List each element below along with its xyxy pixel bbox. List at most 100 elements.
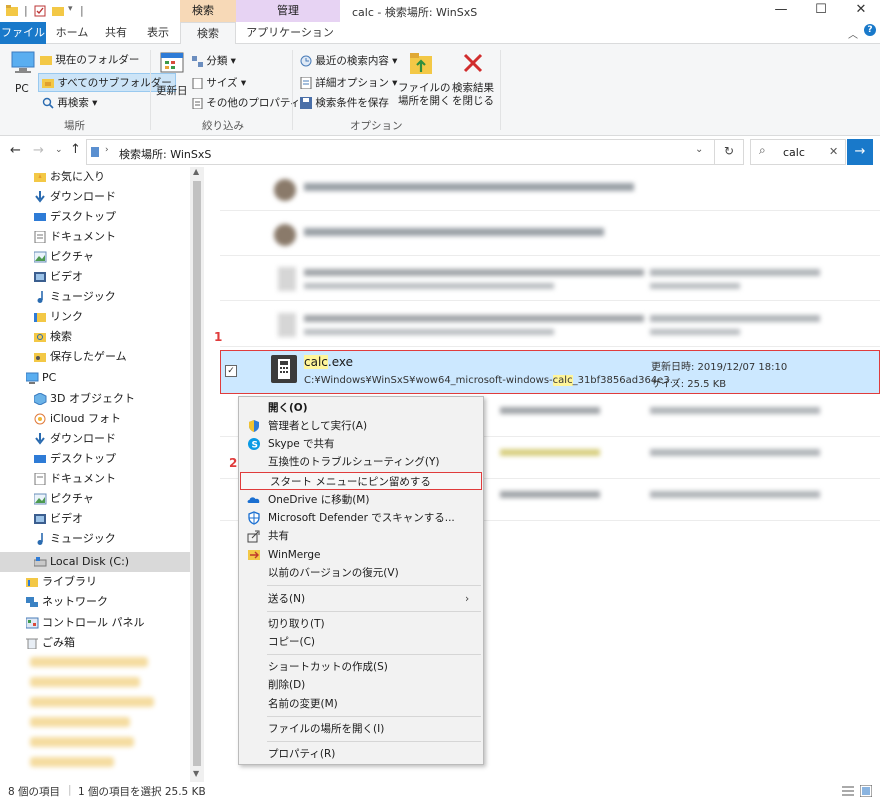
documents-icon xyxy=(34,231,46,243)
recent-searches-label: 最近の検索内容 ▾ xyxy=(315,55,398,67)
menu-item-copy[interactable]: コピー(C) xyxy=(239,633,483,651)
menu-item-run-as-admin[interactable]: 管理者として実行(A) xyxy=(239,417,483,435)
result-row-blurred[interactable] xyxy=(220,169,880,211)
size-icon xyxy=(192,77,203,89)
recent-searches-button[interactable]: 最近の検索内容 ▾ xyxy=(300,53,397,68)
blurred-file-text xyxy=(304,315,644,322)
clear-search-icon[interactable]: ✕ xyxy=(829,145,838,158)
result-row-blurred[interactable] xyxy=(220,214,880,256)
result-row-blurred[interactable] xyxy=(220,305,880,347)
properties-checkbox-icon[interactable] xyxy=(34,5,46,17)
menu-item-delete[interactable]: 削除(D) xyxy=(239,676,483,694)
desktop-icon xyxy=(34,455,46,463)
menu-item-rename[interactable]: 名前の変更(M) xyxy=(239,695,483,713)
menu-item-skype-share[interactable]: S Skype で共有 xyxy=(239,435,483,453)
blurred-file-meta xyxy=(650,283,740,289)
kind-label: 分類 ▾ xyxy=(206,55,236,67)
advanced-options-icon xyxy=(300,77,312,89)
result-row-calc-exe[interactable]: ✓ calc.exe C:¥Windows¥WinSxS¥wow64_micro… xyxy=(220,350,880,394)
search-again-button[interactable]: 再検索 ▾ xyxy=(42,95,97,110)
tab-view[interactable]: 表示 xyxy=(140,22,176,44)
menu-item-pin-to-start[interactable]: スタート メニューにピン留めする xyxy=(240,472,482,490)
new-folder-quick-icon[interactable] xyxy=(52,5,64,17)
advanced-options-button[interactable]: 詳細オプション ▾ xyxy=(300,75,397,90)
pc-icon xyxy=(11,51,35,73)
tab-share[interactable]: 共有 xyxy=(96,22,136,44)
refresh-icon[interactable]: ↻ xyxy=(714,139,744,165)
forward-arrow-icon[interactable]: → xyxy=(33,143,44,158)
blurred-file-text xyxy=(500,407,600,414)
menu-item-open-file-location[interactable]: ファイルの場所を開く(I) xyxy=(239,720,483,738)
maximize-icon[interactable]: ☐ xyxy=(806,2,836,17)
nav-label: iCloud フォト xyxy=(50,412,121,425)
save-search-button[interactable]: 検索条件を保存 xyxy=(300,95,389,110)
scroll-up-icon[interactable]: ▲ xyxy=(193,167,199,176)
nav-item-local-disk-c[interactable]: Local Disk (C:) xyxy=(0,552,190,572)
menu-item-winmerge[interactable]: WinMerge xyxy=(239,546,483,564)
pc-button[interactable]: PC xyxy=(15,83,29,95)
file-path: C:¥Windows¥WinSxS¥wow64_microsoft-window… xyxy=(304,375,679,386)
blurred-file-meta xyxy=(650,315,820,322)
file-name-highlight: calc xyxy=(304,355,328,369)
scroll-down-icon[interactable]: ▼ xyxy=(193,769,199,778)
menu-label: 名前の変更(M) xyxy=(268,698,338,710)
search-input[interactable]: ⌕ calc ✕ xyxy=(750,139,846,165)
menu-item-defender-scan[interactable]: Microsoft Defender でスキャンする... xyxy=(239,509,483,527)
recent-locations-icon[interactable]: ⌄ xyxy=(55,145,63,155)
minimize-icon[interactable]: — xyxy=(766,2,796,17)
date-modified-button[interactable]: 更新日 xyxy=(156,83,188,98)
close-window-icon[interactable]: ✕ xyxy=(846,2,876,17)
menu-item-properties[interactable]: プロパティ(R) xyxy=(239,745,483,763)
file-name: calc.exe xyxy=(304,355,353,369)
address-dropdown-icon[interactable]: ⌄ xyxy=(695,144,703,155)
scroll-thumb[interactable] xyxy=(193,181,201,766)
tab-home[interactable]: ホーム xyxy=(52,22,92,44)
onedrive-icon xyxy=(247,497,260,503)
nav-scrollbar[interactable]: ▲ ▼ xyxy=(190,167,204,782)
shield-icon xyxy=(249,420,259,432)
menu-item-troubleshoot-compat[interactable]: 互換性のトラブルシューティング(Y) xyxy=(239,453,483,471)
search-go-icon[interactable]: → xyxy=(847,139,873,165)
size-button[interactable]: サイズ ▾ xyxy=(192,75,246,90)
item-count: 8 個の項目 xyxy=(8,786,61,798)
file-name-rest: .exe xyxy=(327,355,353,369)
menu-item-send-to[interactable]: 送る(N) › xyxy=(239,590,483,608)
context-header-search-tools: 検索ツール xyxy=(180,0,236,61)
up-arrow-icon[interactable]: ↑ xyxy=(70,142,81,157)
tab-search[interactable]: 検索 xyxy=(180,22,236,45)
nav-label: お気に入り xyxy=(50,170,105,183)
menu-item-move-to-onedrive[interactable]: OneDrive に移動(M) xyxy=(239,491,483,509)
quick-access-dropdown-icon[interactable]: ▾ xyxy=(68,4,73,14)
ribbon-tabs: ファイル ホーム 共有 表示 検索 アプリケーション ツール ︿ ? xyxy=(0,22,880,61)
group-label-options: オプション xyxy=(350,120,403,132)
details-view-icon[interactable] xyxy=(842,785,854,797)
current-folder-button[interactable]: 現在のフォルダー xyxy=(40,52,139,67)
nav-label: ライブラリ xyxy=(42,575,97,588)
help-icon[interactable]: ? xyxy=(864,24,876,36)
nav-label: デスクトップ xyxy=(50,452,116,465)
back-arrow-icon[interactable]: ← xyxy=(10,143,21,158)
videos-icon xyxy=(34,514,46,524)
close-search-results-button[interactable]: 検索結果 を閉じる xyxy=(451,82,495,108)
folder-icon xyxy=(40,56,52,65)
menu-item-restore-previous[interactable]: 以前のバージョンの復元(V) xyxy=(239,564,483,582)
kind-button[interactable]: 分類 ▾ xyxy=(192,53,236,68)
address-row: ← → ⌄ ↑ › 検索場所: WinSxS ⌄ ↻ ⌕ calc ✕ → xyxy=(0,137,880,167)
open-file-location-button[interactable]: ファイルの 場所を開く xyxy=(398,82,451,108)
collapse-ribbon-icon[interactable]: ︿ xyxy=(848,26,858,41)
music-icon xyxy=(37,291,43,303)
address-bar[interactable]: › 検索場所: WinSxS ⌄ xyxy=(86,139,744,165)
svg-text:S: S xyxy=(252,441,258,451)
menu-item-share[interactable]: 共有 xyxy=(239,527,483,545)
menu-item-open[interactable]: 開く(O) xyxy=(239,399,483,417)
large-icons-view-icon[interactable] xyxy=(860,785,872,797)
menu-item-cut[interactable]: 切り取り(T) xyxy=(239,615,483,633)
nav-label: ミュージック xyxy=(50,532,116,545)
menu-item-create-shortcut[interactable]: ショートカットの作成(S) xyxy=(239,658,483,676)
size-label: サイズ ▾ xyxy=(206,77,247,89)
tab-application-tools[interactable]: アプリケーション ツール xyxy=(240,22,340,61)
result-row-blurred[interactable] xyxy=(220,259,880,301)
row-checkbox[interactable]: ✓ xyxy=(225,365,237,377)
tab-file[interactable]: ファイル xyxy=(0,22,46,44)
current-folder-label: 現在のフォルダー xyxy=(55,54,140,66)
